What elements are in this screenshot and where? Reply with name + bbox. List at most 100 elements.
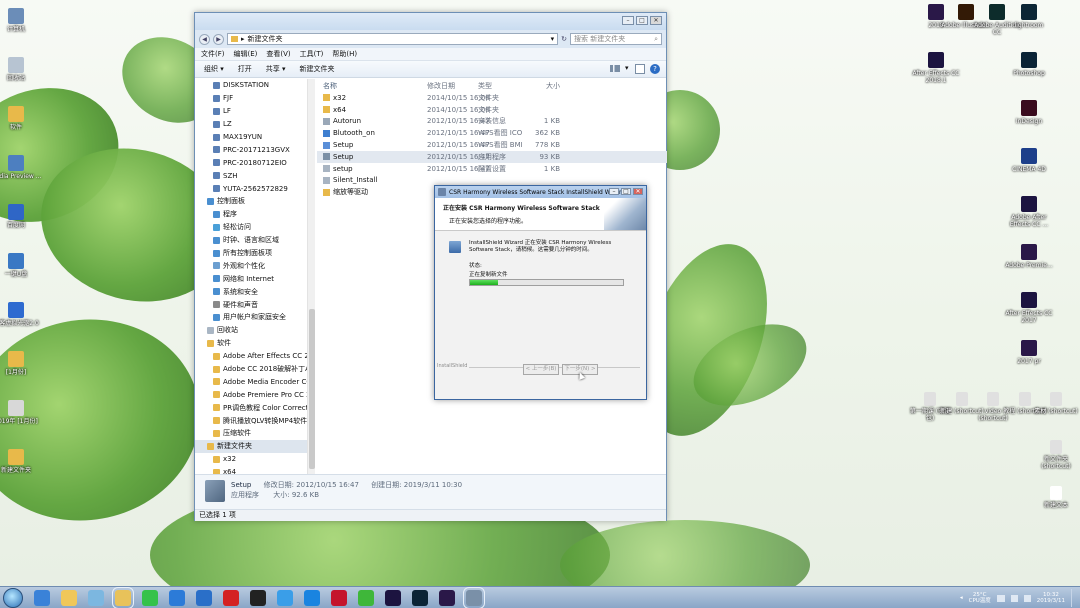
desktop-icon[interactable]: 回收站 bbox=[0, 57, 42, 82]
photoshop-icon[interactable] bbox=[412, 589, 428, 606]
nav-item[interactable]: 控制面板 bbox=[195, 195, 314, 208]
preview-pane-icon[interactable] bbox=[635, 64, 645, 74]
search-icon[interactable]: ⌕ bbox=[654, 35, 658, 44]
back-arrow-icon[interactable]: ◀ bbox=[199, 33, 210, 45]
toolbar-button[interactable]: 组织 ▾ bbox=[204, 64, 224, 74]
toolbar-button[interactable]: 新建文件夹 bbox=[300, 64, 335, 74]
installer-icon[interactable] bbox=[463, 586, 485, 608]
nav-item[interactable]: LZ bbox=[195, 118, 314, 131]
nav-item[interactable]: x64 bbox=[195, 466, 314, 474]
desktop-icon[interactable]: [1月份] bbox=[0, 351, 42, 376]
file-row[interactable]: Autorun 2012/10/15 16:47 安装信息 1 KB bbox=[317, 116, 667, 128]
toolbar-button[interactable]: 打开 bbox=[238, 64, 252, 74]
nav-item[interactable]: 硬件和声音 bbox=[195, 298, 314, 311]
after-effects-icon[interactable] bbox=[385, 589, 401, 606]
qq-icon[interactable] bbox=[250, 589, 266, 606]
browser-icon[interactable] bbox=[196, 589, 212, 606]
breadcrumb[interactable]: 新建文件夹 bbox=[248, 34, 283, 44]
nav-item[interactable]: 系统和安全 bbox=[195, 285, 314, 298]
premiere-icon[interactable] bbox=[439, 589, 455, 606]
clock[interactable]: 10:32 2019/3/11 bbox=[1037, 592, 1065, 604]
toolbar-button[interactable]: 共享 ▾ bbox=[266, 64, 286, 74]
desktop-icon[interactable]: InDesign bbox=[1003, 100, 1055, 125]
desktop-icon[interactable]: 2017 pr bbox=[1003, 340, 1055, 365]
refresh-icon[interactable]: ↻ bbox=[561, 35, 567, 43]
red-app-icon[interactable] bbox=[331, 589, 347, 606]
desktop-icon[interactable]: 2019年 [1月份] bbox=[0, 400, 42, 425]
nav-item[interactable]: 软件 bbox=[195, 337, 314, 350]
show-desktop-button[interactable] bbox=[1071, 589, 1076, 607]
nav-item[interactable]: 网络和 Internet bbox=[195, 272, 314, 285]
desktop-icon[interactable]: Adobe After Effects CC ... bbox=[1003, 196, 1055, 228]
nav-item[interactable]: Adobe After Effects CC 2018 Win bbox=[195, 350, 314, 363]
installshield-wizard-dialog[interactable]: CSR Harmony Wireless Software Stack Inst… bbox=[434, 185, 647, 400]
forward-arrow-icon[interactable]: ▶ bbox=[213, 33, 224, 45]
menu-item[interactable]: 帮助(H) bbox=[332, 49, 357, 59]
minimize-button[interactable]: – bbox=[609, 188, 619, 195]
desktop-icon[interactable]: 素材 (shortcut) bbox=[1034, 392, 1078, 415]
column-header-cell[interactable]: 名称 bbox=[317, 81, 427, 91]
desktop-icon[interactable]: 百度网 bbox=[0, 204, 42, 229]
nav-item[interactable]: DISKSTATION bbox=[195, 79, 314, 92]
desktop-icon[interactable]: Media Preview ... bbox=[0, 155, 42, 180]
nav-item[interactable]: 时钟、语言和区域 bbox=[195, 234, 314, 247]
desktop-icon[interactable]: 新建文件夹 bbox=[0, 449, 42, 474]
menu-item[interactable]: 工具(T) bbox=[300, 49, 324, 59]
u-disk-icon[interactable] bbox=[169, 589, 185, 606]
network-icon[interactable] bbox=[996, 594, 1005, 602]
nav-item[interactable]: SZH bbox=[195, 169, 314, 182]
close-button[interactable]: ✕ bbox=[633, 188, 643, 195]
maximize-button[interactable]: □ bbox=[621, 188, 631, 195]
desktop-icon[interactable]: 新建文本 bbox=[1034, 486, 1078, 509]
nav-item[interactable]: YUTA-2562572829 bbox=[195, 182, 314, 195]
desktop-icon[interactable]: After Effects CC 2018.1 bbox=[910, 52, 962, 84]
menu-item[interactable]: 编辑(E) bbox=[234, 49, 258, 59]
nav-item[interactable]: FJF bbox=[195, 92, 314, 105]
menu-item[interactable]: 文件(F) bbox=[201, 49, 225, 59]
kugou-icon[interactable] bbox=[304, 589, 320, 606]
desktop-icon[interactable]: Adobe Premie... bbox=[1003, 244, 1055, 269]
ime-icon[interactable] bbox=[1023, 594, 1031, 602]
nav-item[interactable]: 腾讯播放QLV转换MP4软件 bbox=[195, 414, 314, 427]
desktop-icon[interactable]: After Effects CC 2017 bbox=[1003, 292, 1055, 324]
tool-icon[interactable] bbox=[88, 589, 104, 606]
file-row[interactable]: Blutooth_on 2012/10/15 16:47WPS看图 ICO 图..… bbox=[317, 127, 667, 139]
nav-item[interactable]: x32 bbox=[195, 453, 314, 466]
file-row[interactable]: x64 2014/10/15 16:08 文件夹 bbox=[317, 104, 667, 116]
desktop-icon[interactable]: 软件 bbox=[0, 106, 42, 131]
wizard-titlebar[interactable]: CSR Harmony Wireless Software Stack Inst… bbox=[435, 186, 646, 198]
nav-item[interactable]: 外观和个性化 bbox=[195, 259, 314, 272]
maximize-button[interactable]: □ bbox=[636, 16, 648, 25]
close-button[interactable]: ✕ bbox=[650, 16, 662, 25]
menu-item[interactable]: 查看(V) bbox=[266, 49, 290, 59]
file-row[interactable]: x32 2014/10/15 16:08 文件夹 bbox=[317, 92, 667, 104]
nav-item[interactable]: 所有控制面板项 bbox=[195, 247, 314, 260]
nav-item[interactable]: 轻松访问 bbox=[195, 221, 314, 234]
help-icon[interactable]: ? bbox=[650, 64, 660, 74]
explorer-titlebar[interactable]: – □ ✕ bbox=[195, 13, 666, 30]
view-options-icon[interactable] bbox=[610, 65, 620, 72]
nav-item[interactable]: PRC-20180712EIO bbox=[195, 156, 314, 169]
volume-icon[interactable] bbox=[1010, 594, 1018, 602]
nav-item[interactable]: 用户帐户和家庭安全 bbox=[195, 311, 314, 324]
file-row[interactable]: Setup 2012/10/15 16:47WPS看图 BMP 图... 778 K… bbox=[317, 139, 667, 151]
folder-icon[interactable] bbox=[61, 589, 77, 606]
back-button[interactable]: < 上一步(B) bbox=[523, 364, 559, 375]
desktop-icon[interactable]: 计算机 bbox=[0, 8, 42, 33]
wechat-icon[interactable] bbox=[142, 589, 158, 606]
nav-scrollbar[interactable] bbox=[307, 79, 315, 474]
column-header-cell[interactable]: 大小 bbox=[522, 81, 562, 91]
desktop-icon[interactable]: 极客虚拟光驱2.0 bbox=[0, 302, 42, 327]
nav-item[interactable]: Adobe Media Encoder CC 2018 Win bbox=[195, 375, 314, 388]
nav-item[interactable]: 回收站 bbox=[195, 324, 314, 337]
netease-music-icon[interactable] bbox=[223, 589, 239, 606]
nav-item[interactable]: 压缩软件 bbox=[195, 427, 314, 440]
desktop-icon[interactable]: CINEMA 4D bbox=[1003, 148, 1055, 173]
nav-item[interactable]: MAX19YUN bbox=[195, 131, 314, 144]
column-header-cell[interactable]: 修改日期 bbox=[427, 81, 478, 91]
chevron-down-icon[interactable]: ▾ bbox=[625, 64, 630, 74]
address-bar[interactable]: ▸ 新建文件夹 ▾ bbox=[227, 33, 559, 45]
desktop-icon[interactable]: 新文件夹 (shortcut) bbox=[1034, 440, 1078, 470]
ie-icon[interactable] bbox=[34, 589, 50, 606]
nav-item[interactable]: PRC-20171213GVX bbox=[195, 143, 314, 156]
